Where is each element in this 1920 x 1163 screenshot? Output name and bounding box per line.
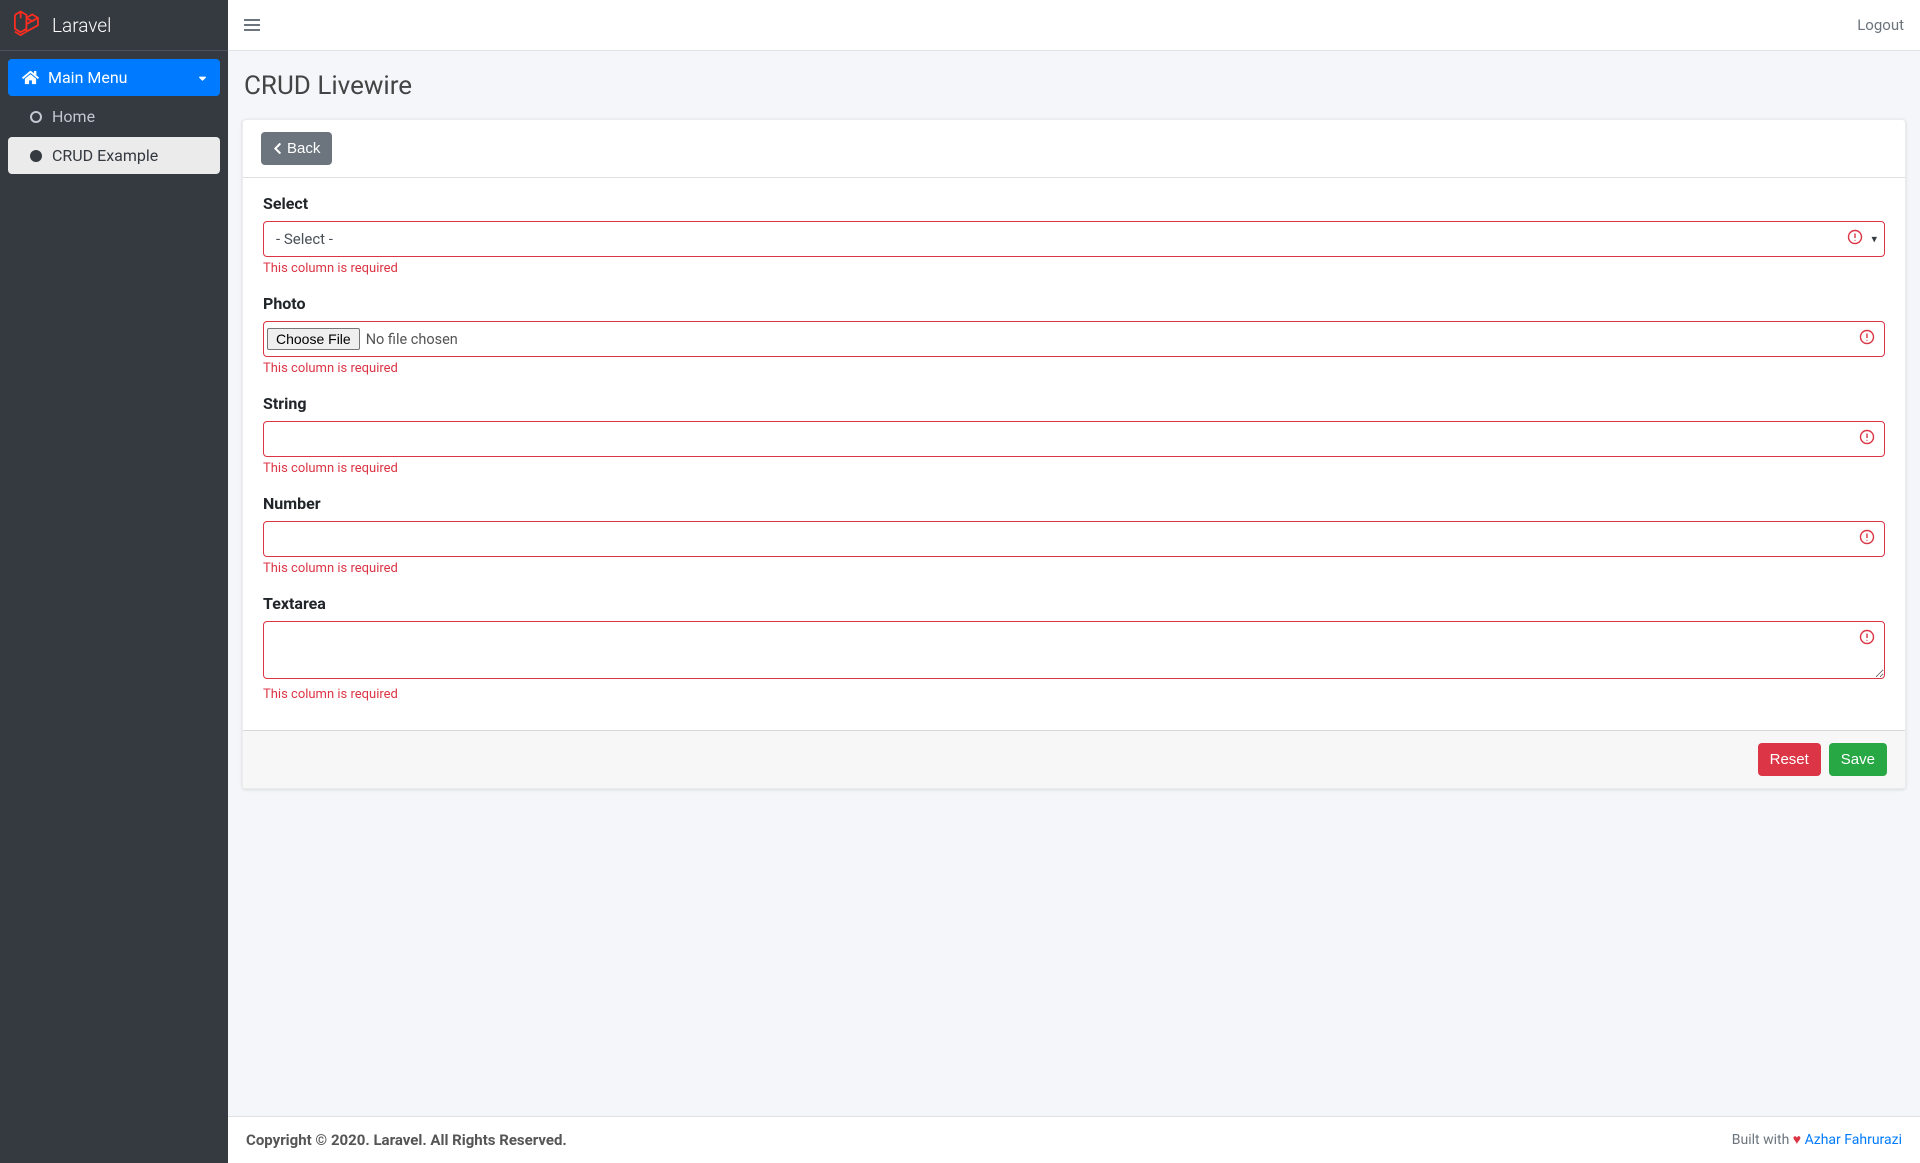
circle-icon (30, 111, 42, 123)
number-input[interactable] (263, 521, 1885, 557)
sidebar-item-home[interactable]: Home (8, 98, 220, 135)
photo-label: Photo (263, 294, 1885, 313)
footer-copyright: Copyright © 2020. Laravel. All Rights Re… (246, 1131, 567, 1149)
card-body: Select - Select - ▾ This column is requi… (243, 178, 1905, 730)
circle-filled-icon (30, 150, 42, 162)
main: Logout CRUD Livewire Back Select - Selec… (228, 0, 1920, 1163)
field-number: Number This column is required (263, 494, 1885, 576)
author-link[interactable]: Azhar Fahrurazi (1805, 1132, 1902, 1148)
brand-name: Laravel (52, 14, 111, 37)
error-text: This column is required (263, 461, 1885, 476)
string-label: String (263, 394, 1885, 413)
home-solid-icon (20, 70, 40, 85)
field-select: Select - Select - ▾ This column is requi… (263, 194, 1885, 276)
sidebar-item-label: CRUD Example (52, 146, 158, 165)
choose-file-button[interactable]: Choose File (267, 328, 360, 350)
brand[interactable]: Laravel (0, 0, 228, 51)
heart-icon: ♥ (1793, 1132, 1801, 1148)
logout-link[interactable]: Logout (1857, 16, 1904, 34)
topbar: Logout (228, 0, 1920, 51)
error-text: This column is required (263, 687, 1885, 702)
field-textarea: Textarea This column is required (263, 594, 1885, 702)
string-input[interactable] (263, 421, 1885, 457)
sidebar-item-label: Home (52, 107, 95, 126)
back-button[interactable]: Back (261, 132, 332, 165)
card-footer: Reset Save (243, 730, 1905, 788)
chevron-left-icon (273, 142, 282, 155)
card-header: Back (243, 120, 1905, 178)
field-string: String This column is required (263, 394, 1885, 476)
field-photo: Photo Choose File No file chosen This co… (263, 294, 1885, 376)
textarea-input[interactable] (263, 621, 1885, 679)
chevron-down-icon (197, 68, 208, 87)
back-button-label: Back (287, 138, 320, 159)
reset-button[interactable]: Reset (1758, 743, 1821, 776)
sidebar-main-label: Main Menu (48, 68, 127, 87)
footer-credits: Built with ♥ Azhar Fahrurazi (1732, 1131, 1902, 1149)
select-label: Select (263, 194, 1885, 213)
error-text: This column is required (263, 261, 1885, 276)
textarea-label: Textarea (263, 594, 1885, 613)
form-card: Back Select - Select - ▾ This c (242, 119, 1906, 789)
photo-input[interactable]: Choose File No file chosen (263, 321, 1885, 357)
error-text: This column is required (263, 561, 1885, 576)
sidebar-item-crud-example[interactable]: CRUD Example (8, 137, 220, 174)
sidebar-item-main-menu[interactable]: Main Menu (8, 59, 220, 96)
number-label: Number (263, 494, 1885, 513)
select-input[interactable]: - Select - (263, 221, 1885, 257)
content: CRUD Livewire Back Select - Select - (228, 51, 1920, 1116)
save-button[interactable]: Save (1829, 743, 1887, 776)
file-status: No file chosen (366, 331, 458, 348)
laravel-logo-icon (12, 8, 42, 42)
sidebar: Laravel Main Menu Home CRUD Example (0, 0, 228, 1163)
footer: Copyright © 2020. Laravel. All Rights Re… (228, 1116, 1920, 1163)
sidebar-nav: Main Menu Home CRUD Example (0, 51, 228, 184)
error-text: This column is required (263, 361, 1885, 376)
hamburger-icon[interactable] (244, 16, 260, 34)
page-title: CRUD Livewire (244, 71, 1906, 101)
